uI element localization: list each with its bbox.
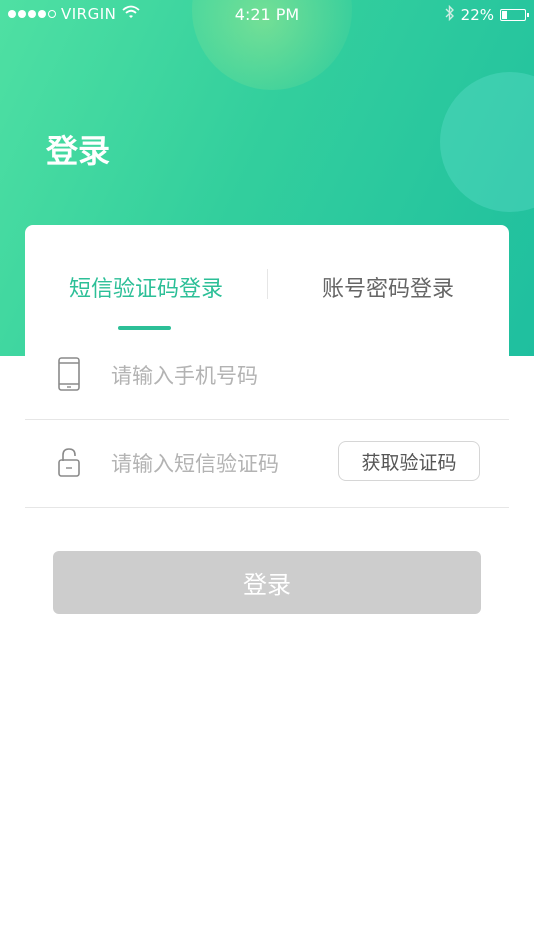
phone-input[interactable]	[109, 355, 333, 397]
get-code-button[interactable]: 获取验证码	[338, 441, 480, 481]
phone-icon	[57, 356, 81, 392]
login-button[interactable]: 登录	[53, 551, 481, 614]
active-tab-indicator	[118, 326, 171, 330]
tab-sms-login[interactable]: 短信验证码登录	[25, 271, 267, 303]
phone-row	[25, 331, 509, 420]
battery-fill	[502, 11, 508, 19]
battery-icon	[500, 9, 529, 21]
bluetooth-icon	[445, 4, 455, 25]
battery-percentage: 22%	[460, 6, 494, 24]
lock-icon	[57, 444, 81, 480]
login-card: 短信验证码登录 账号密码登录 获取验证码	[25, 225, 509, 510]
sms-code-input[interactable]	[109, 443, 333, 485]
code-row: 获取验证码	[25, 419, 509, 508]
decorative-circle	[440, 72, 534, 212]
page-title: 登录	[46, 132, 111, 170]
status-bar: VIRGIN 4:21 PM 22%	[0, 0, 534, 30]
login-tabs: 短信验证码登录 账号密码登录	[25, 225, 509, 343]
tab-password-login[interactable]: 账号密码登录	[267, 271, 509, 303]
